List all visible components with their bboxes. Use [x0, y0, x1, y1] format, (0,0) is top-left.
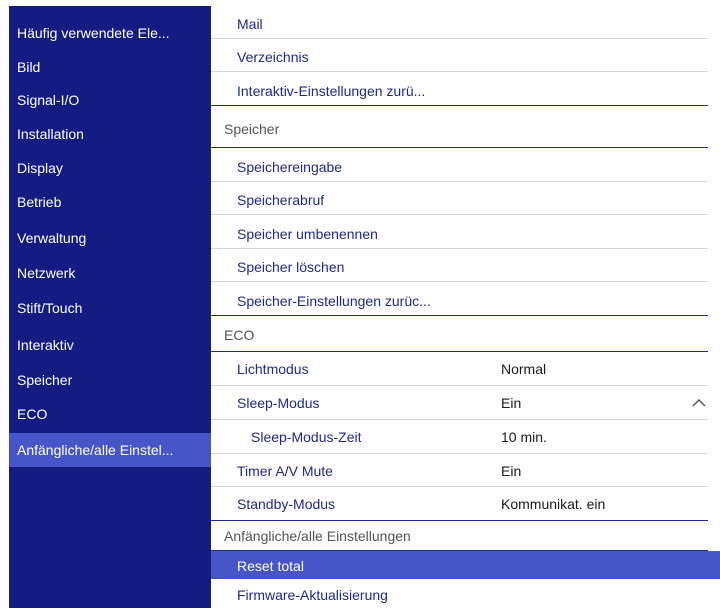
setting-value: Ein	[501, 395, 522, 411]
setting-value: 10 min.	[501, 429, 547, 445]
sidebar-item-eco[interactable]: ECO	[9, 397, 211, 431]
settings-panel: Mail Verzeichnis Interaktiv-Einstellunge…	[211, 6, 720, 608]
section-header-eco: ECO	[211, 316, 708, 352]
sidebar-item-interaktiv[interactable]: Interaktiv	[9, 328, 211, 362]
menu-item-label: Speicher-Einstellungen zurüc...	[237, 293, 431, 309]
menu-item-label: Reset total	[237, 558, 304, 574]
menu-item-mail[interactable]: Mail	[211, 6, 708, 39]
menu-item-verzeichnis[interactable]: Verzeichnis	[211, 39, 708, 72]
menu-item-standby-modus[interactable]: Standby-Modus Kommunikat. ein	[211, 487, 708, 521]
menu-item-label: Firmware-Aktualisierung	[237, 587, 388, 603]
section-header-speicher: Speicher	[211, 106, 708, 148]
sidebar-item-bild[interactable]: Bild	[9, 50, 211, 84]
menu-item-timer-av-mute[interactable]: Timer A/V Mute Ein	[211, 454, 708, 487]
sidebar-item-signal-io[interactable]: Signal-I/O	[9, 83, 211, 117]
menu-item-label: Verzeichnis	[237, 49, 309, 65]
section-header-label: ECO	[224, 327, 255, 343]
menu-item-label: Standby-Modus	[237, 496, 336, 512]
menu-item-speicher-umbenennen[interactable]: Speicher umbenennen	[211, 215, 708, 249]
sidebar-item-netzwerk[interactable]: Netzwerk	[9, 256, 211, 290]
sidebar-item-stift-touch[interactable]: Stift/Touch	[9, 291, 211, 325]
sidebar-item-verwaltung[interactable]: Verwaltung	[9, 221, 211, 255]
section-header-anfaengliche: Anfängliche/alle Einstellungen	[211, 521, 708, 551]
sidebar-item-betrieb[interactable]: Betrieb	[9, 185, 211, 219]
sidebar-item-anfaengliche[interactable]: Anfängliche/alle Einstel...	[9, 433, 211, 467]
menu-item-label: Speicher löschen	[237, 259, 345, 275]
menu-item-speicher-loeschen[interactable]: Speicher löschen	[211, 249, 708, 282]
menu-item-speichereingabe[interactable]: Speichereingabe	[211, 148, 708, 182]
setting-value: Kommunikat. ein	[501, 496, 606, 512]
sidebar-item-haeufig[interactable]: Häufig verwendete Ele...	[9, 16, 211, 50]
section-header-label: Speicher	[224, 121, 280, 137]
menu-item-label: Speicher umbenennen	[237, 226, 378, 242]
menu-item-label: Lichtmodus	[237, 361, 309, 377]
menu-item-interaktiv-reset[interactable]: Interaktiv-Einstellungen zurü...	[211, 72, 708, 106]
menu-item-speicher-reset[interactable]: Speicher-Einstellungen zurüc...	[211, 282, 708, 316]
menu-item-label: Speicherabruf	[237, 192, 325, 208]
menu-item-sleep-modus[interactable]: Sleep-Modus Ein	[211, 386, 708, 420]
menu-item-label: Mail	[237, 16, 263, 32]
menu-item-sleep-modus-zeit[interactable]: Sleep-Modus-Zeit 10 min.	[211, 420, 708, 454]
menu-item-speicherabruf[interactable]: Speicherabruf	[211, 182, 708, 215]
menu-item-label: Interaktiv-Einstellungen zurü...	[237, 83, 426, 99]
menu-item-label: Speichereingabe	[237, 159, 343, 175]
sidebar-item-speicher[interactable]: Speicher	[9, 363, 211, 397]
menu-item-reset-total[interactable]: Reset total	[211, 551, 720, 579]
sidebar-item-installation[interactable]: Installation	[9, 117, 211, 151]
setting-value: Normal	[501, 361, 547, 377]
chevron-up-icon[interactable]	[692, 396, 706, 410]
menu-item-label: Sleep-Modus-Zeit	[251, 429, 362, 445]
menu-item-firmware-update[interactable]: Firmware-Aktualisierung	[211, 579, 708, 608]
sidebar-item-display[interactable]: Display	[9, 151, 211, 185]
section-header-label: Anfängliche/alle Einstellungen	[224, 528, 411, 544]
setting-value: Ein	[501, 463, 522, 479]
sidebar-menu: Häufig verwendete Ele... Bild Signal-I/O…	[9, 6, 211, 608]
menu-item-label: Timer A/V Mute	[237, 463, 333, 479]
menu-item-label: Sleep-Modus	[237, 395, 320, 411]
menu-item-lichtmodus[interactable]: Lichtmodus Normal	[211, 352, 708, 386]
